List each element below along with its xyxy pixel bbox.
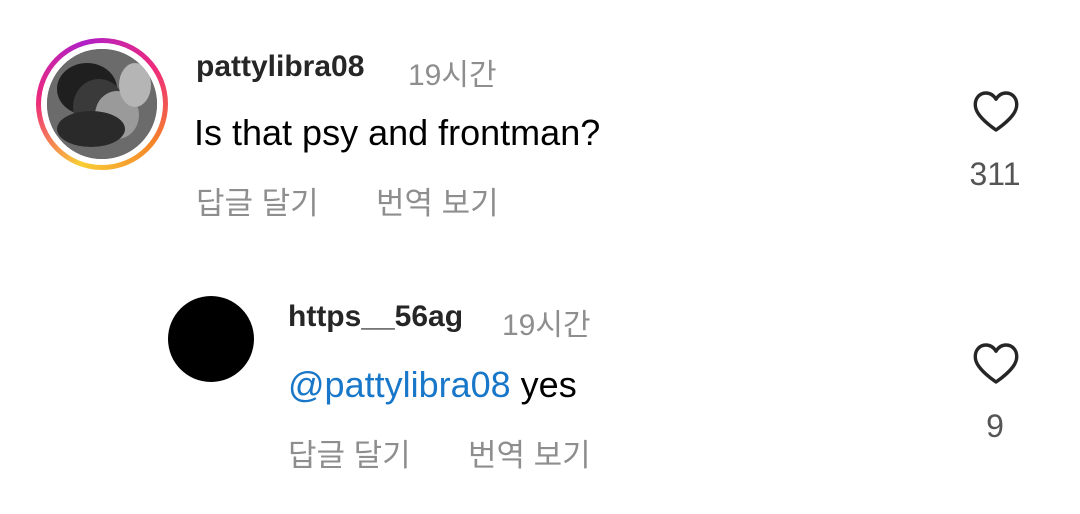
- avatar-photo-image: [47, 49, 157, 159]
- like-count: 9: [986, 408, 1004, 444]
- heart-outline-icon[interactable]: [972, 90, 1020, 134]
- avatar-photo: [47, 49, 157, 159]
- comment-timestamp: 19시간: [502, 309, 591, 342]
- heart-outline-icon[interactable]: [972, 342, 1020, 386]
- comment-username[interactable]: pattylibra08: [196, 50, 364, 84]
- like-count: 311: [969, 156, 1021, 192]
- avatar[interactable]: [168, 296, 254, 382]
- see-translation-button[interactable]: 번역 보기: [376, 178, 499, 223]
- comment-text: Is that psy and frontman?: [194, 112, 601, 153]
- comment-timestamp: 19시간: [408, 59, 497, 92]
- reply-button[interactable]: 답글 달기: [196, 178, 319, 223]
- reply-button[interactable]: 답글 달기: [288, 430, 411, 475]
- comment-username[interactable]: https__56ag: [288, 300, 463, 334]
- reply-item: https__56ag 19시간 @pattylibra08 yes 답글 달기…: [0, 250, 1080, 500]
- see-translation-button[interactable]: 번역 보기: [468, 430, 591, 475]
- comment-text: @pattylibra08 yes: [288, 364, 577, 406]
- avatar[interactable]: [36, 38, 168, 170]
- comment-item: pattylibra08 19시간 Is that psy and frontm…: [0, 0, 1080, 240]
- comment-text-body: yes: [510, 364, 577, 405]
- user-mention-link[interactable]: @pattylibra08: [288, 364, 511, 405]
